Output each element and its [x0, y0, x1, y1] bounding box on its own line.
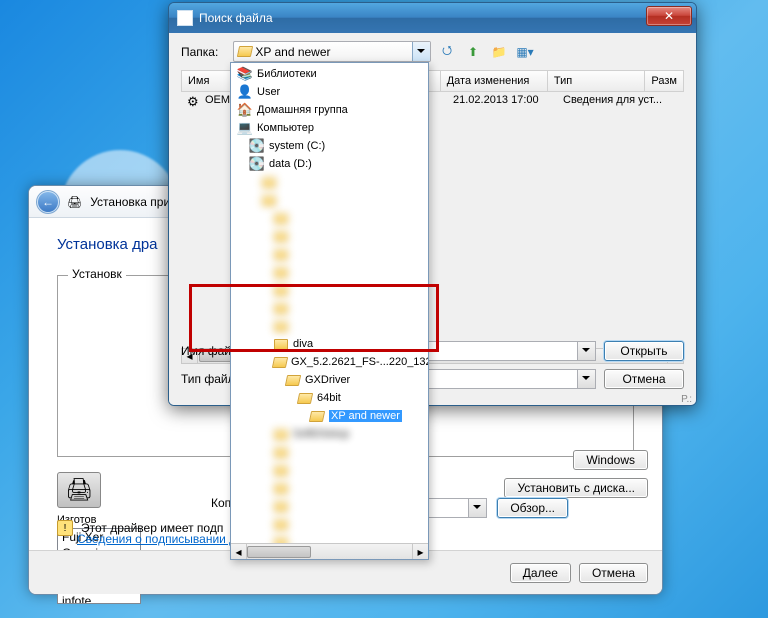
col-type[interactable]: Тип	[548, 71, 646, 91]
tree-item[interactable]: GX_5.2.2621_FS-...220_132xMFP	[233, 353, 426, 371]
tree-item-label: data (D:)	[269, 158, 312, 170]
folder-row: Папка: XP and newer ⭯ ⬆ 📁 ▦▾	[181, 41, 684, 62]
folder-icon	[273, 210, 289, 226]
tree-item-label: SoftDSetup	[293, 428, 349, 440]
resize-grip[interactable]: P.:	[681, 394, 692, 405]
folder-icon	[273, 264, 289, 280]
file-modified: 21.02.2013 17:00	[453, 94, 563, 110]
tree-item[interactable]	[233, 515, 426, 533]
chevron-down-icon	[417, 49, 425, 57]
tree-item[interactable]: GXDriver	[233, 371, 426, 389]
dlg-cancel-button[interactable]: Отмена	[604, 369, 684, 389]
tree-item[interactable]	[233, 443, 426, 461]
folder-o-icon	[297, 390, 313, 406]
tree-item[interactable]: XP and newer	[233, 407, 426, 425]
cancel-button[interactable]: Отмена	[579, 563, 648, 583]
tree-hscrollbar[interactable]: ◂ ▸	[231, 543, 428, 559]
highlight-annotation	[189, 284, 439, 352]
back-icon[interactable]: ⭯	[437, 42, 457, 62]
folder-value: XP and newer	[255, 45, 330, 59]
drive-icon: 💽	[249, 156, 265, 172]
inf-file-icon: ⚙	[187, 94, 205, 110]
tree-scroll-right-icon[interactable]: ▸	[412, 544, 428, 559]
browse-button[interactable]: Обзор...	[497, 498, 568, 518]
tree-scroll-left-icon[interactable]: ◂	[231, 544, 247, 559]
tree-item-label: Домашняя группа	[257, 104, 348, 116]
views-icon[interactable]: ▦▾	[515, 42, 535, 62]
up-icon[interactable]: ⬆	[463, 42, 483, 62]
file-icon	[177, 10, 193, 26]
next-button[interactable]: Далее	[510, 563, 571, 583]
folder-icon	[273, 462, 289, 478]
folder-o-icon	[273, 354, 287, 370]
folder-open-icon	[238, 46, 252, 57]
windows-update-button[interactable]: Windows	[573, 450, 648, 470]
tree-item-label: GX_5.2.2621_FS-...220_132xMFP	[291, 356, 429, 368]
tree-item[interactable]: 💻 Компьютер	[233, 119, 426, 137]
tree-item-label: system (C:)	[269, 140, 325, 152]
folder-label: Папка:	[181, 45, 227, 59]
folder-o-icon	[309, 408, 325, 424]
tree-item[interactable]	[233, 173, 426, 191]
file-type: Сведения для уст...	[563, 94, 678, 110]
folder-icon	[261, 192, 277, 208]
file-dialog-title: Поиск файла	[199, 11, 273, 25]
folder-icon	[273, 246, 289, 262]
open-button[interactable]: Открыть	[604, 341, 684, 361]
tree-item[interactable]	[233, 461, 426, 479]
tree-item[interactable]: 📚 Библиотеки	[233, 65, 426, 83]
wizard-window-title: Установка прин	[90, 195, 177, 209]
tree-item-label: XP and newer	[329, 410, 402, 422]
mfr-item[interactable]: infote	[58, 593, 140, 604]
tree-item-label: Библиотеки	[257, 68, 317, 80]
tree-item[interactable]	[233, 263, 426, 281]
new-folder-icon[interactable]: 📁	[489, 42, 509, 62]
folder-icon	[273, 444, 289, 460]
pc-icon: 💻	[237, 120, 253, 136]
tree-item[interactable]	[233, 227, 426, 245]
col-size[interactable]: Разм	[645, 71, 683, 91]
tree-item-label: GXDriver	[305, 374, 350, 386]
drive-icon: 💽	[249, 138, 265, 154]
tree-item-label: User	[257, 86, 280, 98]
tree-scroll-thumb[interactable]	[247, 546, 311, 558]
folder-icon	[273, 426, 289, 442]
tree-item[interactable]: 64bit	[233, 389, 426, 407]
folder-icon	[273, 480, 289, 496]
folder-icon	[273, 498, 289, 514]
folder-icon	[273, 228, 289, 244]
folder-icon	[261, 174, 277, 190]
tree-item[interactable]: 👤 User	[233, 83, 426, 101]
install-from-disk-button[interactable]: Установить с диска...	[504, 478, 648, 498]
tree-item[interactable]: 🏠 Домашняя группа	[233, 101, 426, 119]
file-dialog-titlebar: Поиск файла ✕	[169, 3, 696, 33]
printer-icon: 🖨	[67, 195, 82, 209]
tree-item[interactable]	[233, 209, 426, 227]
tree-item[interactable]	[233, 245, 426, 263]
folder-o-icon	[285, 372, 301, 388]
tree-item[interactable]: SoftDSetup	[233, 425, 426, 443]
col-modified[interactable]: Дата изменения	[441, 71, 548, 91]
lib-icon: 📚	[237, 66, 253, 82]
tree-item[interactable]	[233, 497, 426, 515]
group-legend: Установк	[68, 267, 126, 281]
tree-item[interactable]: 💽 data (D:)	[233, 155, 426, 173]
close-button[interactable]: ✕	[646, 6, 692, 26]
tree-item[interactable]	[233, 479, 426, 497]
tree-item[interactable]: 💽 system (C:)	[233, 137, 426, 155]
tree-item-label: Компьютер	[257, 122, 314, 134]
folder-icon	[273, 516, 289, 532]
shield-icon: !	[57, 520, 73, 536]
folder-combo[interactable]: XP and newer	[233, 41, 431, 62]
back-button[interactable]: ←	[37, 191, 59, 213]
printer-large-icon	[57, 472, 101, 508]
home-icon: 🏠	[237, 102, 253, 118]
user-icon: 👤	[237, 84, 253, 100]
tree-item-label: 64bit	[317, 392, 341, 404]
tree-item[interactable]	[233, 191, 426, 209]
